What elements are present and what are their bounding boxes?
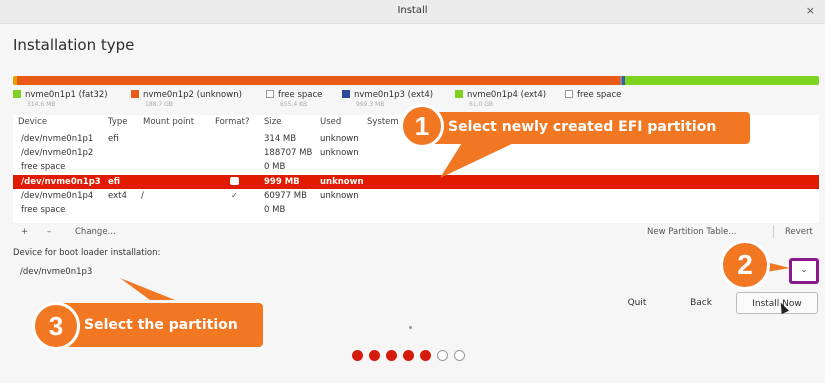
table-row-selected[interactable]: /dev/nvme0n1p3 efi 999 MB unknown: [13, 175, 819, 189]
format-check-icon[interactable]: ✓: [231, 191, 238, 200]
legend-size: 655.4 KB: [280, 101, 308, 108]
bootloader-label: Device for boot loader installation:: [13, 248, 161, 258]
progress-step-dot: [437, 350, 448, 361]
cell-size: 0 MB: [264, 162, 286, 172]
column-header-device[interactable]: Device: [18, 117, 47, 127]
legend-label: free space: [278, 90, 323, 100]
legend-item: free space: [565, 90, 621, 101]
legend-item: nvme0n1p2 (unknown) 188.7 GB: [131, 90, 242, 108]
cell-device: /dev/nvme0n1p4: [21, 191, 94, 201]
cell-device: free space: [21, 162, 66, 172]
legend-swatch: [565, 90, 573, 98]
callout-1: Select newly created EFI partition: [424, 112, 750, 144]
legend-item: nvme0n1p1 (fat32) 314.6 MB: [13, 90, 108, 108]
toolbar-divider: [773, 225, 774, 238]
quit-button[interactable]: Quit: [608, 292, 666, 314]
legend-swatch: [455, 90, 463, 98]
progress-steps: [352, 350, 465, 361]
legend-label: free space: [577, 90, 622, 100]
table-row[interactable]: /dev/nvme0n1p2 188707 MB unknown: [13, 146, 819, 160]
page-title: Installation type: [13, 36, 135, 54]
cell-used: unknown: [320, 191, 359, 201]
legend-label: nvme0n1p2 (unknown): [143, 90, 242, 100]
close-icon[interactable]: ×: [806, 4, 815, 17]
legend-label: nvme0n1p1 (fat32): [25, 90, 108, 100]
bootloader-device-select[interactable]: /dev/nvme0n1p3: [20, 267, 92, 277]
callout-3-number: 3: [32, 302, 80, 350]
new-partition-table-button[interactable]: New Partition Table...: [647, 227, 736, 237]
legend-item: free space 655.4 KB: [266, 90, 322, 108]
partition-toolbar: + – Change... New Partition Table... Rev…: [13, 225, 819, 239]
cell-device: /dev/nvme0n1p3: [21, 177, 101, 187]
progress-step-dot: [352, 350, 363, 361]
legend-swatch: [131, 90, 139, 98]
legend-size: 61.0 GB: [469, 101, 494, 108]
legend-item: nvme0n1p4 (ext4) 61.0 GB: [455, 90, 546, 108]
legend-label: nvme0n1p4 (ext4): [467, 90, 547, 100]
column-header-used[interactable]: Used: [320, 117, 341, 127]
column-header-system[interactable]: System: [367, 117, 399, 127]
change-partition-button[interactable]: Change...: [75, 227, 116, 237]
progress-step-dot: [386, 350, 397, 361]
cell-size: 188707 MB: [264, 148, 313, 158]
progress-step-dot: [454, 350, 465, 361]
cell-used: unknown: [320, 148, 359, 158]
title-bar: Install ×: [0, 0, 825, 24]
remove-partition-button[interactable]: –: [47, 227, 51, 237]
add-partition-button[interactable]: +: [21, 227, 28, 237]
cell-mount: /: [141, 191, 144, 201]
column-header-format[interactable]: Format?: [215, 117, 249, 127]
column-header-size[interactable]: Size: [264, 117, 281, 127]
page-indicator-dot: [409, 326, 412, 329]
bootloader-dropdown-button[interactable]: ⌄: [789, 258, 819, 284]
cell-device: /dev/nvme0n1p2: [21, 148, 94, 158]
chevron-down-icon: ⌄: [800, 265, 808, 275]
cell-size: 60977 MB: [264, 191, 307, 201]
callout-1-text: Select newly created EFI partition: [448, 119, 717, 135]
column-header-mount-point[interactable]: Mount point: [143, 117, 194, 127]
cell-used: unknown: [320, 134, 359, 144]
callout-3-text: Select the partition: [84, 317, 238, 333]
cell-type: ext4: [108, 191, 127, 201]
table-row[interactable]: free space 0 MB: [13, 160, 819, 174]
column-header-type[interactable]: Type: [108, 117, 128, 127]
cell-device: /dev/nvme0n1p1: [21, 134, 94, 144]
table-row[interactable]: /dev/nvme0n1p4 ext4 / ✓ 60977 MB unknown: [13, 189, 819, 203]
callout-3: Select the partition: [58, 303, 263, 347]
progress-step-dot: [403, 350, 414, 361]
legend-swatch: [266, 90, 274, 98]
legend-swatch: [342, 90, 350, 98]
cell-type: efi: [108, 134, 119, 144]
format-checkbox[interactable]: [230, 177, 239, 185]
disk-usage-bar: [13, 76, 819, 85]
revert-button[interactable]: Revert: [785, 227, 813, 237]
callout-2-number: 2: [720, 240, 770, 290]
disk-segment-nvme0n1p2: [17, 76, 620, 85]
cell-size: 999 MB: [264, 177, 300, 187]
callout-1-number: 1: [400, 104, 444, 148]
cell-size: 314 MB: [264, 134, 297, 144]
legend-size: 314.6 MB: [27, 101, 56, 108]
cell-used: unknown: [320, 177, 364, 187]
disk-segment-nvme0n1p4: [624, 76, 819, 85]
window-title: Install: [397, 5, 428, 16]
callout-3-pointer: [120, 278, 175, 300]
table-row[interactable]: free space 0 MB: [13, 203, 819, 217]
cell-device: free space: [21, 205, 66, 215]
legend-label: nvme0n1p3 (ext4): [354, 90, 434, 100]
cell-size: 0 MB: [264, 205, 286, 215]
progress-step-dot: [369, 350, 380, 361]
progress-step-dot: [420, 350, 431, 361]
legend-size: 188.7 GB: [145, 101, 173, 108]
legend-swatch: [13, 90, 21, 98]
cell-type: efi: [108, 177, 121, 187]
back-button[interactable]: Back: [672, 292, 730, 314]
